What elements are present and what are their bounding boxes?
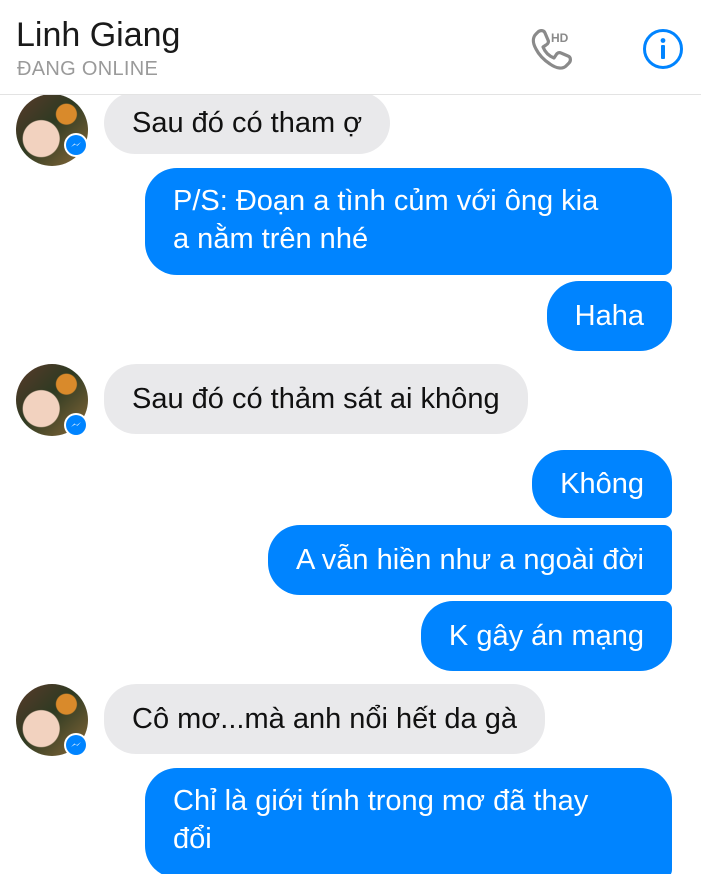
message-bubble-outgoing[interactable]: Haha — [546, 281, 672, 351]
message-bubble-outgoing[interactable]: Không — [532, 450, 672, 518]
messenger-icon — [71, 742, 81, 747]
messenger-badge — [64, 133, 88, 157]
call-button[interactable]: HD — [528, 22, 578, 72]
message-bubble-outgoing[interactable]: Chỉ là giới tính trong mơ đã thay đổi — [145, 768, 672, 874]
message-bubble-incoming[interactable]: Cô mơ...mà anh nổi hết da gà — [104, 684, 545, 754]
messenger-badge — [64, 413, 88, 437]
message-bubble-outgoing[interactable]: K gây án mạng — [420, 601, 672, 671]
message-bubble-incoming[interactable]: Sau đó có tham ợ — [104, 95, 391, 154]
message-bubble-outgoing[interactable]: A vẫn hiền như a ngoài đời — [267, 525, 672, 595]
hd-label: HD — [551, 31, 569, 45]
phone-hd-icon: HD — [531, 29, 572, 70]
contact-name[interactable]: Linh Giang — [16, 16, 180, 55]
online-status: ĐANG ONLINE — [17, 58, 159, 80]
messenger-badge — [64, 733, 88, 757]
messenger-icon — [71, 142, 81, 147]
message-thread[interactable]: Sau đó có tham ợ P/S: Đoạn a tình củm vớ… — [0, 95, 701, 874]
message-bubble-incoming[interactable]: Sau đó có thảm sát ai không — [104, 364, 528, 434]
info-button[interactable] — [642, 28, 684, 70]
messenger-icon — [71, 422, 81, 427]
chat-header: Linh Giang ĐANG ONLINE HD — [0, 0, 701, 95]
info-icon — [643, 29, 683, 69]
message-bubble-outgoing[interactable]: P/S: Đoạn a tình củm với ông kia a nằm t… — [145, 168, 672, 275]
